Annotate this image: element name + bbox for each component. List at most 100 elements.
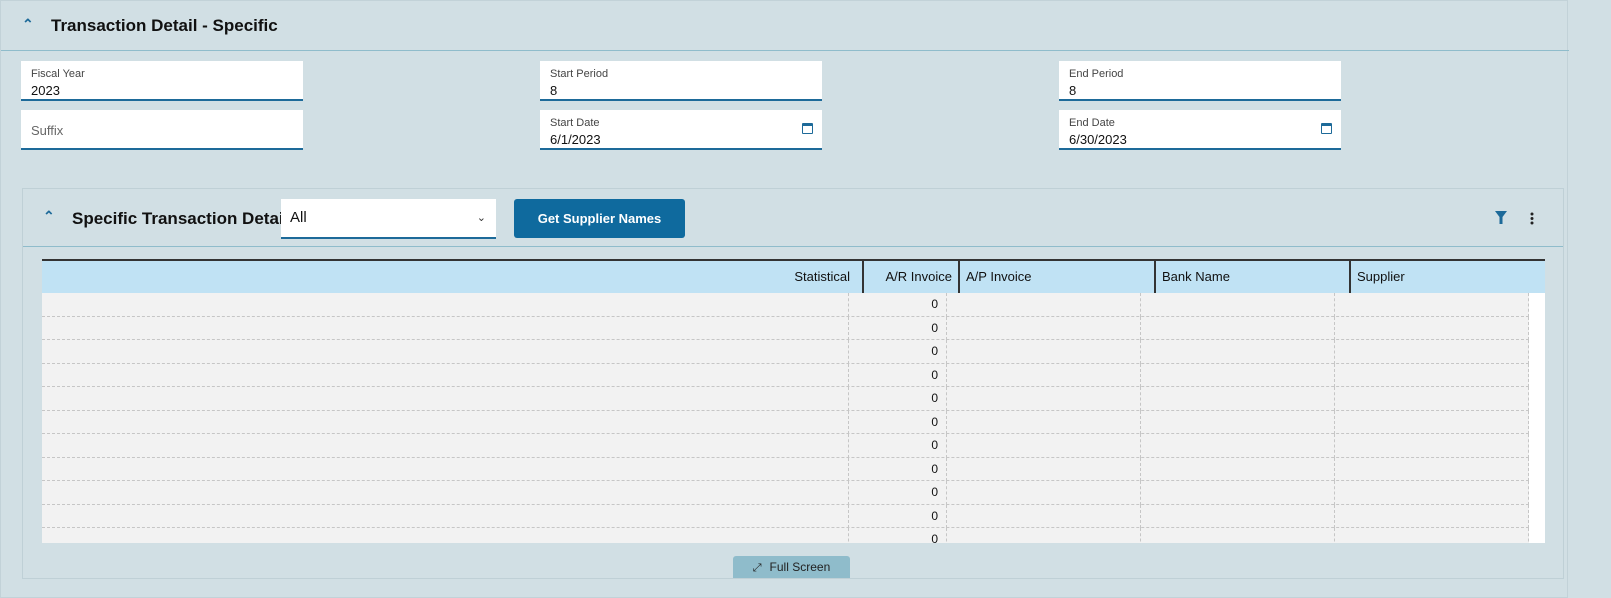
select-value: All bbox=[290, 209, 307, 226]
field-label: End Date bbox=[1069, 117, 1115, 129]
column-header-supplier[interactable]: Supplier bbox=[1351, 261, 1545, 293]
table-cell[interactable] bbox=[1335, 363, 1529, 387]
table-cell[interactable]: 0 bbox=[849, 340, 947, 364]
table-cell[interactable] bbox=[947, 410, 1141, 434]
table-cell[interactable] bbox=[42, 434, 849, 458]
table-cell[interactable] bbox=[1335, 293, 1529, 317]
column-header-bank-name[interactable]: Bank Name bbox=[1156, 261, 1351, 293]
table-cell[interactable] bbox=[42, 481, 849, 505]
table-row[interactable]: 0 bbox=[42, 387, 1529, 411]
table-row[interactable]: 0 bbox=[42, 457, 1529, 481]
table-cell[interactable] bbox=[1141, 340, 1335, 364]
table-cell[interactable] bbox=[947, 457, 1141, 481]
field-label: Start Period bbox=[550, 68, 609, 80]
table-cell[interactable] bbox=[1335, 340, 1529, 364]
chevron-up-icon[interactable]: ⌃ bbox=[43, 208, 55, 225]
table-cell[interactable] bbox=[42, 504, 849, 528]
table-row[interactable]: 0 bbox=[42, 316, 1529, 340]
table-cell[interactable]: 0 bbox=[849, 504, 947, 528]
field-value: 6/30/2023 bbox=[1069, 132, 1127, 147]
calendar-icon[interactable] bbox=[1321, 123, 1332, 134]
table-cell[interactable] bbox=[1335, 434, 1529, 458]
table-cell[interactable]: 0 bbox=[849, 410, 947, 434]
section-header: ⌃ Transaction Detail - Specific bbox=[1, 1, 1569, 51]
table-cell[interactable] bbox=[947, 528, 1141, 543]
field-value: 8 bbox=[1069, 83, 1077, 98]
table-cell[interactable] bbox=[1141, 457, 1335, 481]
table-cell[interactable] bbox=[42, 293, 849, 317]
table-cell[interactable] bbox=[947, 293, 1141, 317]
table-cell[interactable] bbox=[1335, 316, 1529, 340]
table-cell[interactable] bbox=[42, 340, 849, 364]
grid-body: 00000000000 bbox=[42, 293, 1529, 543]
table-cell[interactable] bbox=[947, 434, 1141, 458]
table-row[interactable]: 0 bbox=[42, 481, 1529, 505]
column-header-statistical[interactable]: Statistical bbox=[42, 261, 864, 293]
table-cell[interactable] bbox=[1141, 293, 1335, 317]
grid-header: Statistical A/R Invoice A/P Invoice Bank… bbox=[42, 259, 1545, 293]
table-cell[interactable] bbox=[42, 457, 849, 481]
table-cell[interactable] bbox=[947, 363, 1141, 387]
start-date-field[interactable]: Start Date 6/1/2023 bbox=[540, 110, 822, 150]
filter-select[interactable]: All ⌄ bbox=[281, 199, 496, 239]
table-cell[interactable] bbox=[42, 387, 849, 411]
table-cell[interactable] bbox=[42, 410, 849, 434]
table-cell[interactable] bbox=[1335, 504, 1529, 528]
table-cell[interactable] bbox=[1335, 457, 1529, 481]
chevron-up-icon[interactable]: ⌃ bbox=[22, 16, 34, 33]
table-cell[interactable] bbox=[42, 363, 849, 387]
table-cell[interactable] bbox=[947, 481, 1141, 505]
table-cell[interactable]: 0 bbox=[849, 457, 947, 481]
table-cell[interactable]: 0 bbox=[849, 387, 947, 411]
table-cell[interactable]: 0 bbox=[849, 363, 947, 387]
table-row[interactable]: 0 bbox=[42, 504, 1529, 528]
panel-header: ⌃ Specific Transaction Detail All ⌄ Get … bbox=[23, 189, 1563, 247]
full-screen-button[interactable]: ⤢ Full Screen bbox=[733, 556, 850, 578]
table-cell[interactable] bbox=[1141, 481, 1335, 505]
table-row[interactable]: 0 bbox=[42, 528, 1529, 543]
table-row[interactable]: 0 bbox=[42, 363, 1529, 387]
table-cell[interactable]: 0 bbox=[849, 316, 947, 340]
table-cell[interactable]: 0 bbox=[849, 528, 947, 543]
table-cell[interactable] bbox=[1141, 363, 1335, 387]
column-header-ap-invoice[interactable]: A/P Invoice bbox=[960, 261, 1156, 293]
table-cell[interactable] bbox=[1141, 504, 1335, 528]
table-cell[interactable] bbox=[947, 387, 1141, 411]
table-row[interactable]: 0 bbox=[42, 410, 1529, 434]
table-cell[interactable] bbox=[1141, 387, 1335, 411]
table-cell[interactable] bbox=[947, 316, 1141, 340]
table-cell[interactable] bbox=[1335, 481, 1529, 505]
table-cell[interactable]: 0 bbox=[849, 293, 947, 317]
table-cell[interactable] bbox=[1141, 528, 1335, 543]
table-cell[interactable] bbox=[947, 340, 1141, 364]
fiscal-year-field[interactable]: Fiscal Year 2023 bbox=[21, 61, 303, 101]
table-cell[interactable]: 0 bbox=[849, 434, 947, 458]
table-cell[interactable]: 0 bbox=[849, 481, 947, 505]
start-period-field[interactable]: Start Period 8 bbox=[540, 61, 822, 101]
table-cell[interactable] bbox=[1141, 410, 1335, 434]
table-row[interactable]: 0 bbox=[42, 293, 1529, 317]
column-header-ar-invoice[interactable]: A/R Invoice bbox=[864, 261, 960, 293]
suffix-field[interactable]: Suffix bbox=[21, 110, 303, 150]
expand-icon: ⤢ bbox=[752, 562, 762, 574]
chevron-down-icon: ⌄ bbox=[476, 212, 486, 224]
table-cell[interactable] bbox=[42, 316, 849, 340]
table-row[interactable]: 0 bbox=[42, 340, 1529, 364]
table-cell[interactable] bbox=[1335, 410, 1529, 434]
end-date-field[interactable]: End Date 6/30/2023 bbox=[1059, 110, 1341, 150]
get-supplier-names-button[interactable]: Get Supplier Names bbox=[514, 199, 685, 238]
field-value: 8 bbox=[550, 83, 558, 98]
table-cell[interactable] bbox=[1335, 387, 1529, 411]
table-cell[interactable] bbox=[1141, 316, 1335, 340]
calendar-icon[interactable] bbox=[802, 123, 813, 134]
section-title: Transaction Detail - Specific bbox=[51, 16, 278, 35]
table-cell[interactable] bbox=[947, 504, 1141, 528]
table-row[interactable]: 0 bbox=[42, 434, 1529, 458]
field-label: End Period bbox=[1069, 68, 1124, 80]
table-cell[interactable] bbox=[42, 528, 849, 543]
table-cell[interactable] bbox=[1335, 528, 1529, 543]
end-period-field[interactable]: End Period 8 bbox=[1059, 61, 1341, 101]
more-options-icon[interactable] bbox=[1530, 212, 1534, 225]
filter-icon[interactable] bbox=[1495, 211, 1507, 224]
table-cell[interactable] bbox=[1141, 434, 1335, 458]
